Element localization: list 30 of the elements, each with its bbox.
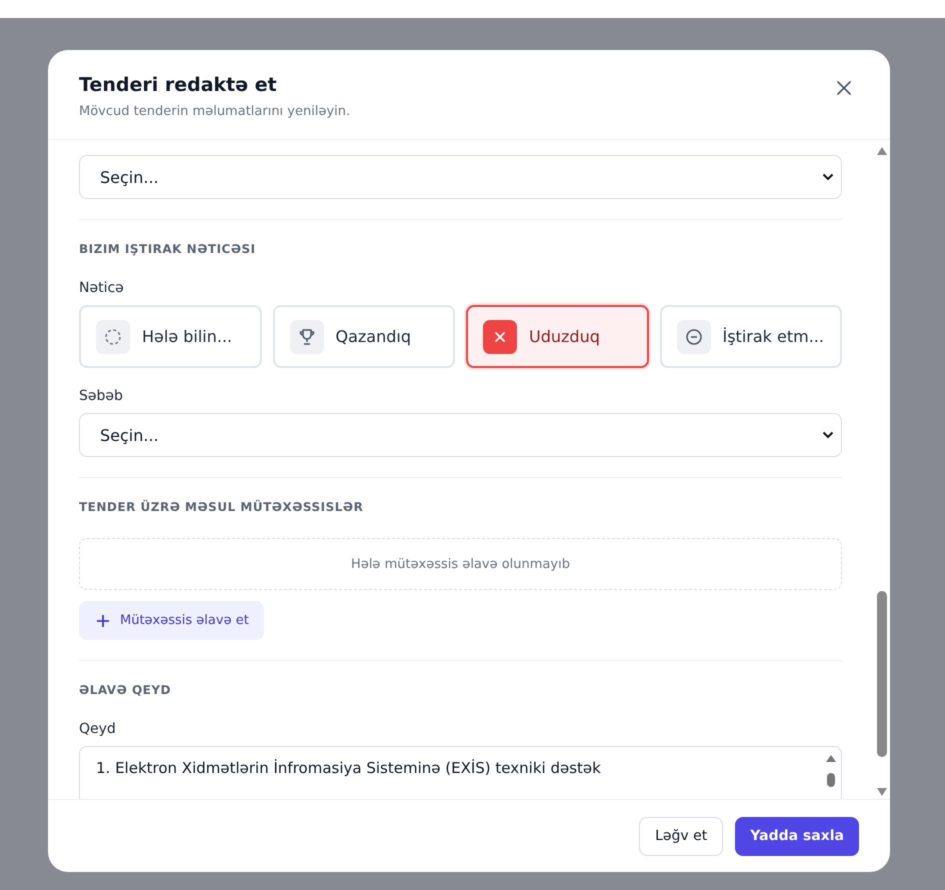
add-specialist-button[interactable]: Mütəxəssis əlavə et — [79, 601, 264, 640]
scroll-up-icon[interactable] — [876, 146, 888, 156]
scrollbar-thumb[interactable] — [877, 591, 887, 757]
minus-circle-icon — [684, 328, 702, 346]
section-heading: ƏLAVƏ QEYD — [79, 683, 172, 697]
close-icon[interactable] — [837, 81, 851, 95]
plus-icon — [96, 614, 110, 628]
save-button[interactable]: Yadda saxla — [735, 816, 859, 856]
field-label: Səbəb — [79, 388, 124, 404]
trophy-icon — [298, 328, 316, 346]
result-option[interactable]: Uduzduq — [466, 305, 648, 368]
textarea-scrollbar-icon[interactable] — [825, 753, 837, 787]
section-heading: BIZIM IŞTIRAK NƏTICƏSI — [79, 242, 257, 256]
result-option[interactable]: Qazandıq — [272, 305, 455, 368]
scroll-down-icon[interactable] — [876, 787, 888, 797]
chevron-down-icon — [822, 431, 834, 439]
dashed-circle-icon — [104, 328, 122, 346]
dialog-title: Tenderi redaktə et — [79, 74, 278, 96]
empty-specialists-message: Hələ mütəxəssis əlavə olunmayıb — [79, 538, 842, 590]
reason-select[interactable]: Seçin... — [79, 413, 842, 457]
dialog-subtitle: Mövcud tenderin məlumatlarını yeniləyin. — [79, 104, 350, 119]
result-option[interactable]: Hələ bilin... — [79, 305, 262, 368]
chevron-down-icon — [822, 173, 834, 181]
result-option[interactable]: İştirak etm... — [660, 305, 842, 368]
field-label: Nəticə — [79, 280, 125, 296]
contract-duration-select[interactable]: Seçin... — [79, 155, 842, 199]
field-label: Qeyd — [79, 721, 117, 737]
section-heading: TENDER ÜZRƏ MƏSUL MÜTƏXƏSSISLƏR — [79, 500, 364, 514]
note-textarea[interactable]: 1. Elektron Xidmətlərin İnfromasiya Sisteminə (EXİS) texniki dəstək — [79, 746, 842, 799]
cancel-button[interactable]: Ləğv et — [639, 816, 724, 856]
